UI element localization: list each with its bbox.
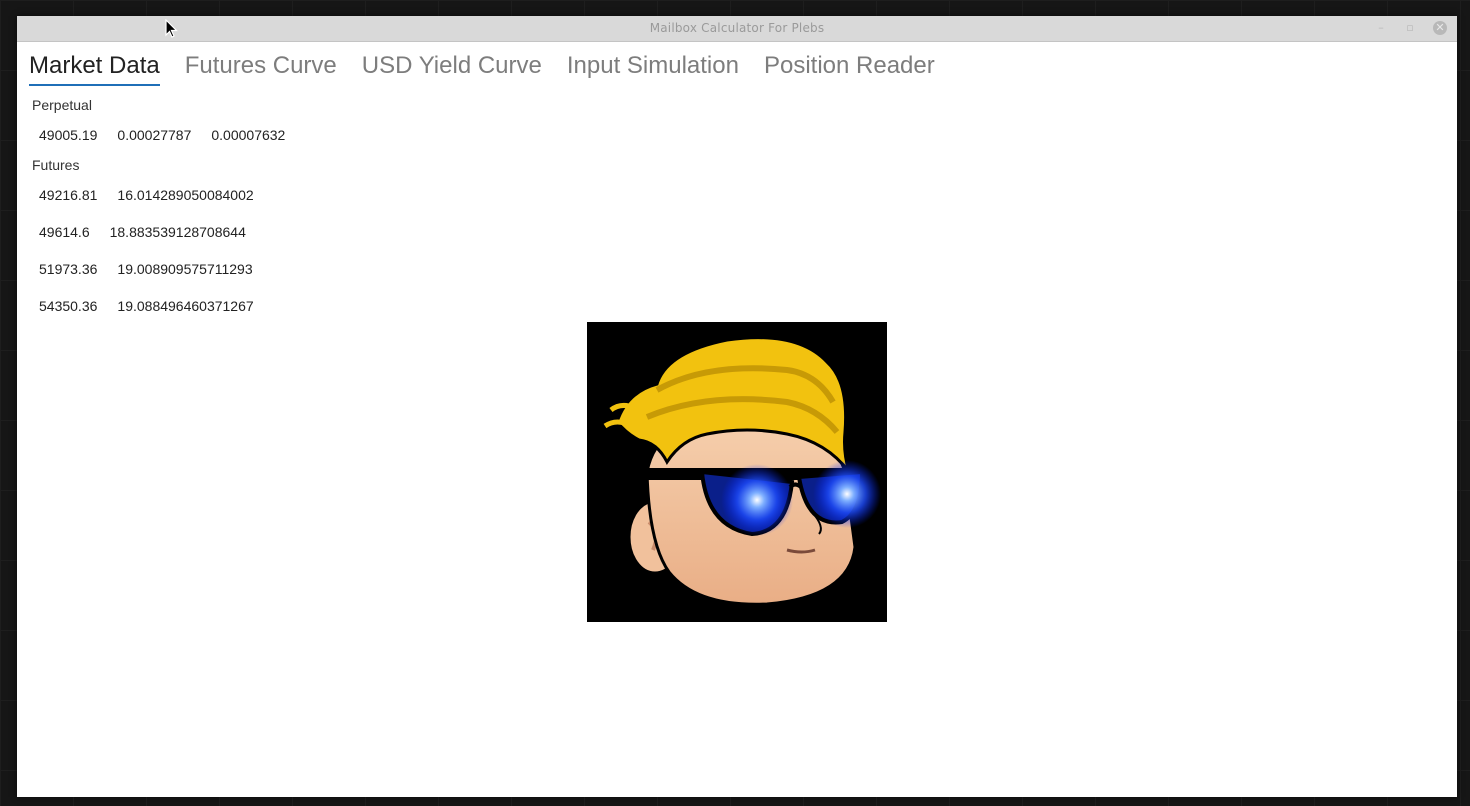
tab-bar: Market Data Futures Curve USD Yield Curv… [29, 50, 960, 90]
futures-rate: 18.883539128708644 [109, 224, 246, 240]
futures-row: 49614.6 18.883539128708644 [32, 223, 305, 241]
futures-price: 54350.36 [39, 298, 98, 314]
market-data-panel: Perpetual 49005.19 0.00027787 0.00007632… [32, 94, 305, 315]
close-button[interactable]: ✕ [1433, 21, 1447, 35]
wallstreetbets-mascot-icon [587, 322, 887, 622]
window-title: Mailbox Calculator For Plebs [649, 21, 825, 35]
app-window: Mailbox Calculator For Plebs – ▫ ✕ Marke… [17, 16, 1457, 797]
futures-row: 54350.36 19.088496460371267 [32, 297, 305, 315]
futures-label: Futures [32, 157, 80, 173]
perpetual-funding-rate: 0.00027787 [117, 127, 192, 143]
futures-rate: 19.088496460371267 [117, 298, 254, 314]
mascot-image [587, 322, 887, 622]
futures-rate: 16.014289050084002 [117, 187, 254, 203]
tab-usd-yield-curve[interactable]: USD Yield Curve [362, 50, 554, 86]
tab-position-reader[interactable]: Position Reader [764, 50, 947, 86]
perpetual-row: 49005.19 0.00027787 0.00007632 [32, 126, 305, 144]
futures-rate: 19.008909575711293 [117, 261, 253, 277]
futures-row: 49216.81 16.014289050084002 [32, 186, 305, 204]
futures-row: 51973.36 19.008909575711293 [32, 260, 305, 278]
futures-price: 49614.6 [39, 224, 90, 240]
perpetual-label: Perpetual [32, 97, 92, 113]
futures-price: 51973.36 [39, 261, 98, 277]
tab-market-data[interactable]: Market Data [29, 50, 172, 86]
minimize-button[interactable]: – [1374, 21, 1388, 35]
maximize-button[interactable]: ▫ [1403, 21, 1417, 35]
mouse-cursor-icon [165, 19, 178, 38]
tab-futures-curve[interactable]: Futures Curve [185, 50, 349, 86]
perpetual-price: 49005.19 [39, 127, 98, 143]
futures-price: 49216.81 [39, 187, 98, 203]
perpetual-rate-2: 0.00007632 [211, 127, 286, 143]
tab-input-simulation[interactable]: Input Simulation [567, 50, 751, 86]
title-bar[interactable]: Mailbox Calculator For Plebs – ▫ ✕ [17, 16, 1457, 42]
